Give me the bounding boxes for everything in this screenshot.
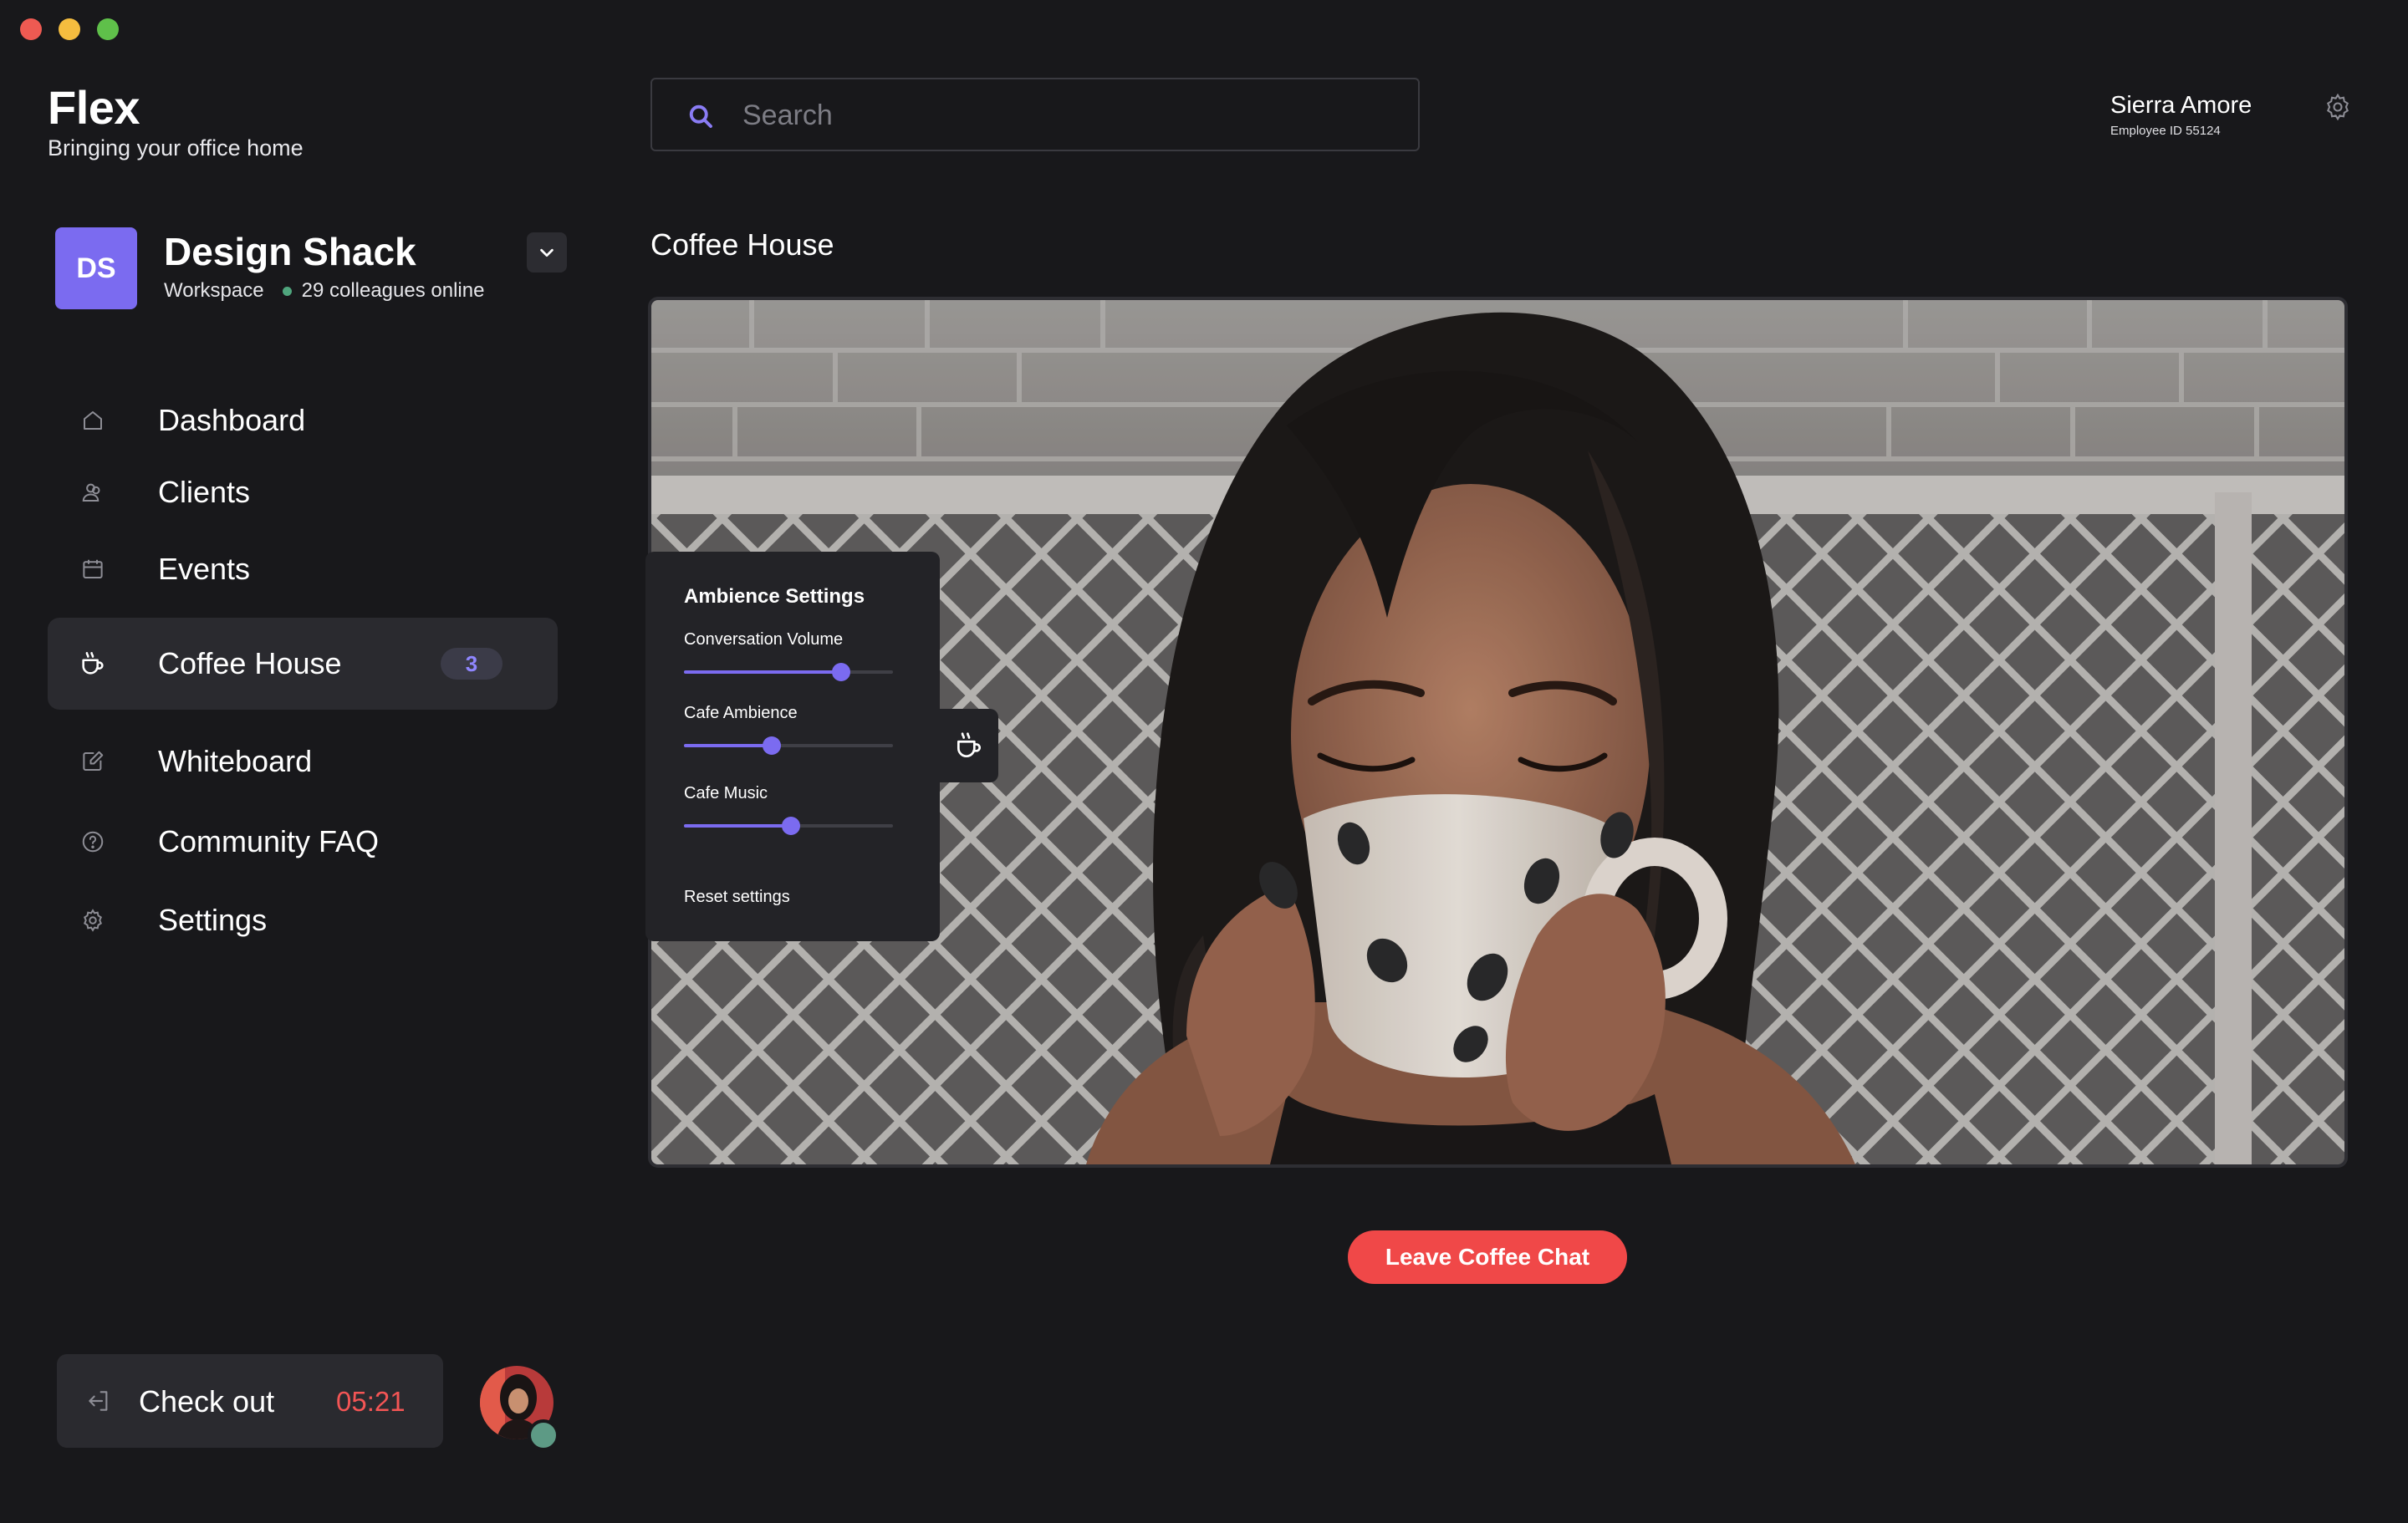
window-minimize-button[interactable] [59, 18, 80, 40]
window-maximize-button[interactable] [97, 18, 119, 40]
ambience-settings-title: Ambience Settings [684, 585, 865, 608]
nav-item-whiteboard[interactable]: Whiteboard [48, 716, 558, 807]
nav-item-coffee-house[interactable]: Coffee House 3 [48, 618, 558, 710]
gear-icon [78, 905, 108, 935]
nav-label-dashboard: Dashboard [158, 403, 306, 437]
coffee-cup-icon [78, 649, 108, 679]
reset-settings-link[interactable]: Reset settings [684, 888, 790, 907]
check-out-label: Check out [139, 1384, 275, 1419]
window-close-button[interactable] [20, 18, 42, 40]
conversation-volume-label: Conversation Volume [684, 630, 844, 649]
nav-item-settings[interactable]: Settings [48, 874, 558, 966]
ambience-settings-panel: Ambience Settings Conversation Volume Ca… [645, 552, 940, 941]
workspace-switcher-button[interactable] [527, 232, 567, 273]
gear-icon [2326, 93, 2349, 121]
check-out-timer: 05:21 [336, 1386, 406, 1417]
log-out-icon [85, 1388, 112, 1419]
workspace-avatar: DS [55, 227, 137, 309]
workspace-name: Design Shack [164, 230, 416, 273]
slider-fill [684, 744, 772, 747]
workspace-online-count: 29 colleagues online [301, 279, 485, 302]
app-tagline: Bringing your office home [48, 135, 304, 160]
workspace-meta: Workspace 29 colleagues online [164, 279, 484, 303]
user-name: Sierra Amore [2110, 92, 2252, 119]
slider-fill [684, 670, 841, 674]
cafe-music-slider[interactable] [684, 816, 893, 836]
app-title: Flex [48, 81, 140, 134]
edit-icon [78, 746, 108, 777]
slider-handle[interactable] [763, 736, 781, 755]
nav-item-events[interactable]: Events [48, 523, 558, 615]
chevron-down-icon [540, 248, 554, 257]
nav-label-settings: Settings [158, 903, 268, 937]
help-circle-icon [78, 827, 108, 857]
nav-label-whiteboard: Whiteboard [158, 744, 313, 778]
page-title: Coffee House [650, 227, 834, 262]
slider-handle[interactable] [831, 663, 850, 681]
home-icon [78, 405, 108, 436]
search-bar[interactable] [650, 78, 1420, 151]
account-settings-button[interactable] [2323, 92, 2353, 122]
check-out-button[interactable]: Check out 05:21 [57, 1354, 443, 1448]
user-online-status [528, 1419, 559, 1451]
coffee-house-count-badge: 3 [441, 648, 503, 680]
nav-label-clients: Clients [158, 475, 251, 509]
coffee-cup-icon [957, 732, 981, 758]
employee-id: Employee ID 55124 [2110, 124, 2221, 138]
cafe-music-label: Cafe Music [684, 784, 768, 802]
slider-fill [684, 824, 791, 828]
nav-label-events: Events [158, 552, 251, 586]
cafe-ambience-label: Cafe Ambience [684, 704, 798, 722]
nav-label-coffee-house: Coffee House [158, 646, 342, 680]
nav-label-community-faq: Community FAQ [158, 824, 380, 858]
workspace-type: Workspace [164, 279, 264, 302]
ambience-panel-toggle[interactable] [940, 709, 998, 782]
calendar-icon [78, 554, 108, 584]
cafe-ambience-slider[interactable] [684, 736, 893, 756]
search-icon [686, 101, 716, 135]
online-status-dot [282, 286, 292, 296]
slider-handle[interactable] [781, 817, 800, 835]
search-input[interactable] [741, 94, 1396, 136]
leave-coffee-chat-button[interactable]: Leave Coffee Chat [1348, 1230, 1627, 1284]
conversation-volume-slider[interactable] [684, 662, 893, 682]
users-icon [78, 477, 108, 507]
